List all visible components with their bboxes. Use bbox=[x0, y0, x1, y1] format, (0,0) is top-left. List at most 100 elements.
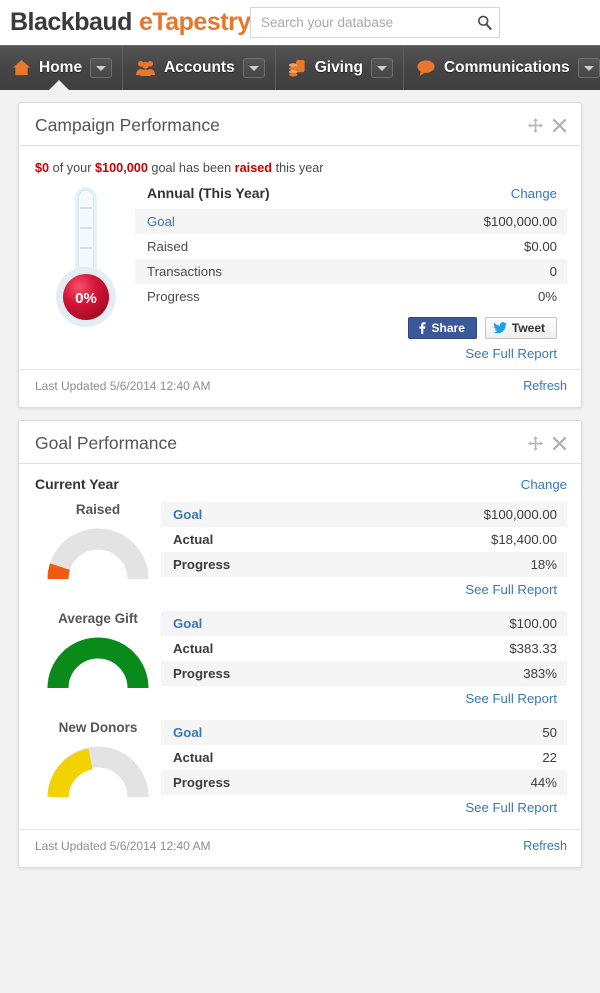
average-gift-row-label-actual: Actual bbox=[173, 641, 214, 656]
campaign-change-link[interactable]: Change bbox=[511, 186, 557, 201]
campaign-row-label-raised: Raised bbox=[147, 239, 189, 254]
campaign-summary-text-3: this year bbox=[272, 161, 324, 175]
campaign-refresh-link[interactable]: Refresh bbox=[523, 379, 567, 393]
nav-item-communications[interactable]: Communications bbox=[404, 46, 600, 90]
metric-new-donors: New Donors Goal 50 Actual 22 Progress 44… bbox=[19, 720, 581, 815]
twitter-bird-icon bbox=[493, 322, 507, 334]
search-box[interactable] bbox=[250, 7, 500, 38]
new-donors-row-label-goal[interactable]: Goal bbox=[173, 725, 202, 740]
average-gift-report-link-row: See Full Report bbox=[161, 686, 567, 706]
metric-average-gift: Average Gift Goal $100.00 Actual $383.33… bbox=[19, 611, 581, 706]
raised-row-label-goal[interactable]: Goal bbox=[173, 507, 202, 522]
campaign-report-link-row: See Full Report bbox=[135, 341, 567, 361]
average-gift-row-label-goal[interactable]: Goal bbox=[173, 616, 202, 631]
goal-panel-title: Goal Performance bbox=[35, 433, 178, 453]
average-gift-see-full-report-link[interactable]: See Full Report bbox=[465, 691, 557, 706]
metric-raised: Raised Goal $100,000.00 Actual $18,400.0… bbox=[19, 502, 581, 597]
move-icon[interactable] bbox=[528, 436, 543, 451]
chevron-down-icon-home[interactable] bbox=[90, 58, 113, 78]
table-row-raised: Raised $0.00 bbox=[135, 234, 567, 259]
campaign-row-label-transactions: Transactions bbox=[147, 264, 223, 279]
metric-raised-label: Raised bbox=[75, 502, 121, 517]
campaign-summary-raised: $0 bbox=[35, 161, 50, 175]
twitter-tweet-label: Tweet bbox=[511, 321, 545, 335]
new-donors-see-full-report-link[interactable]: See Full Report bbox=[465, 800, 557, 815]
nav-label-giving: Giving bbox=[314, 59, 363, 76]
facebook-share-button[interactable]: Share bbox=[407, 317, 477, 339]
raised-row-value-progress: 18% bbox=[530, 557, 557, 572]
goal-panel-footer: Last Updated 5/6/2014 12:40 AM Refresh bbox=[19, 829, 581, 859]
nav-label-home: Home bbox=[39, 59, 83, 76]
chevron-down-icon-giving[interactable] bbox=[370, 58, 393, 78]
campaign-see-full-report-link[interactable]: See Full Report bbox=[465, 346, 557, 361]
table-row-transactions: Transactions 0 bbox=[135, 259, 567, 284]
raised-row-label-actual: Actual bbox=[173, 532, 214, 547]
average-gift-row-label-progress: Progress bbox=[173, 666, 231, 681]
campaign-panel-body: $0 of your $100,000 goal has been raised… bbox=[19, 146, 581, 407]
table-row-progress: Progress 0% bbox=[135, 284, 567, 309]
nav-item-accounts[interactable]: Accounts bbox=[123, 46, 276, 90]
raised-see-full-report-link[interactable]: See Full Report bbox=[465, 582, 557, 597]
table-row-actual: Actual 22 bbox=[161, 745, 567, 770]
campaign-summary-text-2: goal has been bbox=[147, 161, 235, 175]
search-input[interactable] bbox=[251, 15, 469, 30]
chevron-down-icon-communications[interactable] bbox=[577, 58, 600, 78]
search-icon[interactable] bbox=[469, 14, 499, 31]
goal-period-row: Current Year Change bbox=[19, 464, 581, 502]
raised-gauge bbox=[47, 528, 149, 580]
new-donors-row-value-actual: 22 bbox=[542, 750, 557, 765]
thermometer-column: 0% bbox=[35, 181, 135, 361]
campaign-row-label-goal[interactable]: Goal bbox=[147, 214, 175, 229]
campaign-period-row: Annual (This Year) Change bbox=[135, 181, 567, 209]
social-share-row: Share Tweet bbox=[135, 309, 567, 341]
campaign-row-value-goal: $100,000.00 bbox=[483, 214, 557, 229]
app-header: BlackbaudeTapestry™ bbox=[0, 0, 600, 45]
average-gift-row-value-progress: 383% bbox=[523, 666, 557, 681]
campaign-summary-line: $0 of your $100,000 goal has been raised… bbox=[19, 146, 581, 181]
campaign-content: 0% Annual (This Year) Change Goal $100,0… bbox=[19, 181, 581, 361]
campaign-summary-text-1: of your bbox=[49, 161, 95, 175]
home-icon bbox=[12, 59, 31, 77]
campaign-metrics-table: Annual (This Year) Change Goal $100,000.… bbox=[135, 181, 567, 361]
goal-last-updated: Last Updated 5/6/2014 12:40 AM bbox=[35, 839, 211, 853]
campaign-panel-tools bbox=[528, 118, 567, 133]
campaign-panel-header: Campaign Performance bbox=[19, 103, 581, 146]
goal-panel-header: Goal Performance bbox=[19, 421, 581, 464]
metric-new-donors-gauge-col: New Donors bbox=[35, 720, 161, 815]
table-row-goal: Goal $100.00 bbox=[161, 611, 567, 636]
nav-item-giving[interactable]: Giving bbox=[276, 46, 404, 90]
new-donors-row-label-progress: Progress bbox=[173, 775, 231, 790]
average-gift-row-value-goal: $100.00 bbox=[509, 616, 557, 631]
thermometer-percent-label: 0% bbox=[75, 290, 97, 307]
main-navigation: Home Accounts Giving Communications bbox=[0, 45, 600, 91]
new-donors-report-link-row: See Full Report bbox=[161, 795, 567, 815]
goal-change-link[interactable]: Change bbox=[521, 477, 567, 492]
goal-panel-body: Current Year Change Raised Goal $100,000… bbox=[19, 464, 581, 867]
new-donors-row-label-actual: Actual bbox=[173, 750, 214, 765]
people-icon bbox=[135, 59, 156, 77]
facebook-share-label: Share bbox=[431, 321, 465, 335]
campaign-row-value-transactions: 0 bbox=[549, 264, 557, 279]
goal-performance-panel: Goal Performance Current Year Change Rai… bbox=[18, 420, 582, 868]
goal-refresh-link[interactable]: Refresh bbox=[523, 839, 567, 853]
coins-icon bbox=[288, 59, 307, 78]
chevron-down-icon-accounts[interactable] bbox=[242, 58, 265, 78]
twitter-tweet-button[interactable]: Tweet bbox=[484, 317, 557, 339]
close-icon[interactable] bbox=[552, 436, 567, 451]
speech-bubble-icon bbox=[416, 59, 436, 77]
campaign-last-updated: Last Updated 5/6/2014 12:40 AM bbox=[35, 379, 211, 393]
campaign-period-label: Annual (This Year) bbox=[147, 185, 270, 201]
table-row-actual: Actual $18,400.00 bbox=[161, 527, 567, 552]
campaign-performance-panel: Campaign Performance $0 of your $100,000… bbox=[18, 102, 582, 408]
metric-average-gift-label: Average Gift bbox=[58, 611, 138, 626]
thermometer-gauge: 0% bbox=[56, 187, 116, 327]
table-row-goal: Goal $100,000.00 bbox=[161, 502, 567, 527]
campaign-row-value-progress: 0% bbox=[537, 289, 557, 304]
metric-new-donors-label: New Donors bbox=[58, 720, 138, 735]
campaign-row-label-progress: Progress bbox=[147, 289, 200, 304]
raised-row-value-actual: $18,400.00 bbox=[490, 532, 557, 547]
raised-row-label-progress: Progress bbox=[173, 557, 231, 572]
brand-logo: BlackbaudeTapestry™ bbox=[10, 10, 262, 35]
move-icon[interactable] bbox=[528, 118, 543, 133]
close-icon[interactable] bbox=[552, 118, 567, 133]
